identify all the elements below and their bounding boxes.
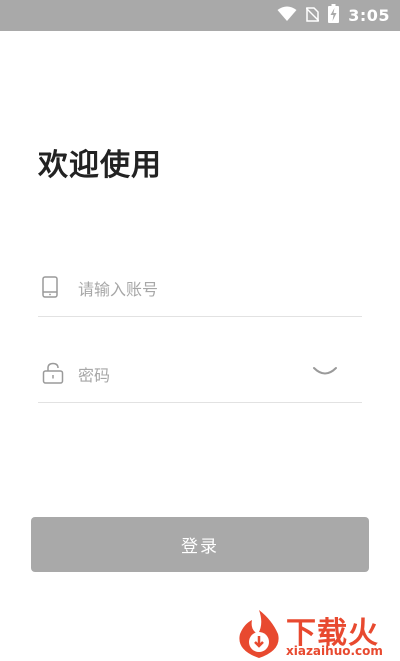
status-icons: 3:05 [277, 0, 390, 31]
login-button[interactable]: 登录 [31, 517, 369, 572]
eye-closed-icon[interactable] [312, 364, 338, 383]
lock-icon [42, 362, 64, 388]
flame-logo-icon [239, 610, 279, 658]
welcome-title: 欢迎使用 [38, 148, 162, 183]
account-field [38, 270, 362, 317]
status-bar: 3:05 [0, 0, 400, 31]
phone-icon [42, 276, 58, 302]
watermark-url: xiazaihuo.com [286, 644, 383, 658]
password-field [38, 356, 362, 403]
battery-charging-icon [328, 4, 340, 27]
account-input[interactable] [78, 276, 298, 302]
no-sim-icon [305, 6, 320, 26]
status-time: 3:05 [348, 6, 390, 25]
watermark-logo: 下载火 xiazaihuo.com [234, 606, 400, 661]
wifi-icon [277, 6, 297, 26]
password-input[interactable] [78, 362, 298, 388]
